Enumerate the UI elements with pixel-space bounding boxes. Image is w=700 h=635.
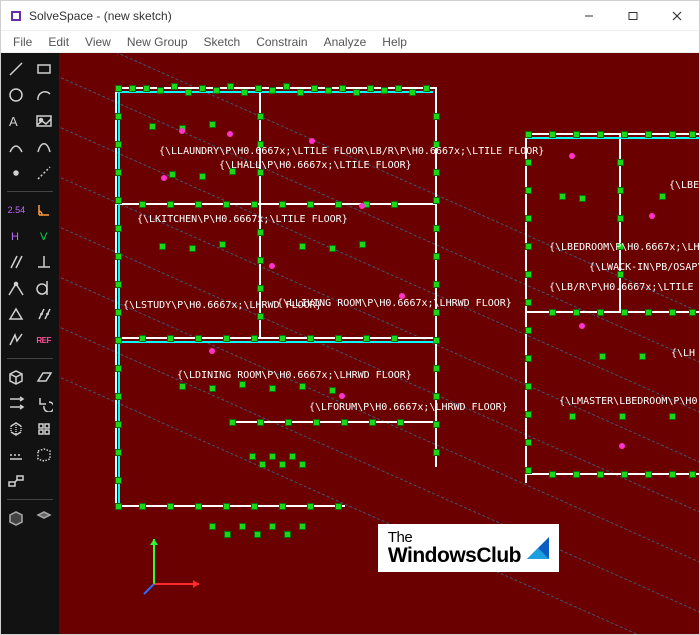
blank-tool-slot bbox=[32, 469, 56, 493]
menubar: File Edit View New Group Sketch Constrai… bbox=[1, 31, 699, 53]
nearest-ortho-tool[interactable] bbox=[32, 417, 56, 441]
maximize-button[interactable] bbox=[611, 1, 655, 30]
step-translate-tool[interactable] bbox=[4, 391, 28, 415]
watermark-line1: The bbox=[388, 530, 521, 545]
cad-text-label: {\LFORUM\P\H0.6667x;\LHRWD FLOOR} bbox=[309, 403, 508, 413]
menu-edit[interactable]: Edit bbox=[40, 33, 77, 51]
viewport[interactable]: {\LLAUNDRY\P\H0.6667x;\LTILE FLOOR\LB/R\… bbox=[59, 53, 699, 634]
cad-text-label: {\LMASTER\LBEDROOM\P\H0.66 bbox=[559, 397, 699, 407]
cad-text-label: {\LWACK-IN\PB/OSAP\H0...} bbox=[589, 263, 699, 273]
workarea: A 2.54 H V bbox=[1, 53, 699, 634]
symmetric-constraint[interactable] bbox=[4, 302, 28, 326]
cad-text-label: {\LHALL\P\H0.6667x;\LTILE FLOOR} bbox=[219, 161, 412, 171]
toolbar-separator bbox=[7, 358, 53, 359]
reference-constraint[interactable]: REF bbox=[32, 328, 56, 352]
point-tool[interactable] bbox=[4, 161, 28, 185]
toolbar-separator bbox=[7, 499, 53, 500]
dxf-arch-line bbox=[118, 90, 120, 508]
app-icon bbox=[9, 9, 23, 23]
show-edges-tool[interactable] bbox=[32, 443, 56, 467]
minimize-button[interactable] bbox=[567, 1, 611, 30]
horizontal-constraint[interactable]: H bbox=[4, 224, 28, 248]
cad-text-label: {\LBEDROOM\P\H0.6667x;\LHRWD FLOOR} bbox=[549, 243, 699, 253]
cad-text-label: {\LDINING ROOM\P\H0.6667x;\LHRWD FLOOR} bbox=[177, 371, 412, 381]
window-controls bbox=[567, 1, 699, 30]
tangent-arc-tool[interactable] bbox=[4, 135, 28, 159]
image-tool[interactable] bbox=[32, 109, 56, 133]
cad-text-label: {\LB/R\P\H0.6667x;\LTILE FLOOR} bbox=[549, 283, 699, 293]
show-hidden-tool[interactable] bbox=[4, 443, 28, 467]
bezier-tool[interactable] bbox=[32, 135, 56, 159]
menu-view[interactable]: View bbox=[77, 33, 119, 51]
dxf-line bbox=[115, 87, 117, 507]
arc-tool[interactable] bbox=[32, 83, 56, 107]
orient-constraint[interactable] bbox=[4, 328, 28, 352]
menu-help[interactable]: Help bbox=[374, 33, 415, 51]
watermark-accent-icon bbox=[527, 537, 549, 559]
vertical-constraint[interactable]: V bbox=[32, 224, 56, 248]
toolbar-separator bbox=[7, 191, 53, 192]
show-shaded-tool[interactable] bbox=[4, 506, 28, 530]
watermark: The WindowsClub bbox=[378, 524, 559, 572]
cad-text-label: {\LBE bbox=[669, 181, 699, 191]
coincident-constraint[interactable] bbox=[4, 276, 28, 300]
app-window: SolveSpace - (new sketch) File Edit View… bbox=[0, 0, 700, 635]
cad-text-label: {\LLAUNDRY\P\H0.6667x;\LTILE FLOOR\LB/R\… bbox=[159, 147, 544, 157]
dxf-arch-line bbox=[117, 341, 433, 343]
show-exploded-tool[interactable] bbox=[4, 469, 28, 493]
line-tool[interactable] bbox=[4, 57, 28, 81]
cad-text-label: {\LH bbox=[671, 349, 695, 359]
menu-file[interactable]: File bbox=[5, 33, 40, 51]
close-button[interactable] bbox=[655, 1, 699, 30]
dxf-line bbox=[115, 337, 435, 339]
equal-constraint[interactable] bbox=[32, 302, 56, 326]
distance-constraint[interactable]: 2.54 bbox=[4, 198, 28, 222]
svg-text:A: A bbox=[9, 114, 18, 129]
toolbar: A 2.54 H V bbox=[1, 53, 59, 634]
origin-axes bbox=[139, 529, 209, 604]
circle-tool[interactable] bbox=[4, 83, 28, 107]
rectangle-tool[interactable] bbox=[32, 57, 56, 81]
parallel-constraint[interactable] bbox=[4, 250, 28, 274]
cad-text-label: {\LKITCHEN\P\H0.6667x;\LTILE FLOOR} bbox=[137, 215, 348, 225]
window-title: SolveSpace - (new sketch) bbox=[29, 9, 567, 23]
show-faces-tool[interactable] bbox=[32, 506, 56, 530]
svg-text:H: H bbox=[11, 231, 19, 243]
sketch-in-3d-tool[interactable] bbox=[4, 365, 28, 389]
menu-constrain[interactable]: Constrain bbox=[248, 33, 315, 51]
text-tool[interactable]: A bbox=[4, 109, 28, 133]
menu-sketch[interactable]: Sketch bbox=[196, 33, 249, 51]
angle-constraint[interactable] bbox=[32, 198, 56, 222]
perpendicular-constraint[interactable] bbox=[32, 250, 56, 274]
cad-text-label: {\LLIVING ROOM\P\H0.6667x;\LHRWD FLOOR} bbox=[277, 299, 512, 309]
construction-tool[interactable] bbox=[32, 161, 56, 185]
nearest-iso-tool[interactable] bbox=[4, 417, 28, 441]
workplane-tool[interactable] bbox=[32, 365, 56, 389]
step-rotate-tool[interactable] bbox=[32, 391, 56, 415]
menu-analyze[interactable]: Analyze bbox=[316, 33, 375, 51]
svg-text:V: V bbox=[40, 231, 48, 243]
dxf-line bbox=[115, 203, 435, 205]
tangent-constraint[interactable] bbox=[32, 276, 56, 300]
dxf-line bbox=[525, 133, 527, 483]
menu-new-group[interactable]: New Group bbox=[119, 33, 196, 51]
titlebar: SolveSpace - (new sketch) bbox=[1, 1, 699, 31]
watermark-line2: WindowsClub bbox=[388, 545, 521, 566]
